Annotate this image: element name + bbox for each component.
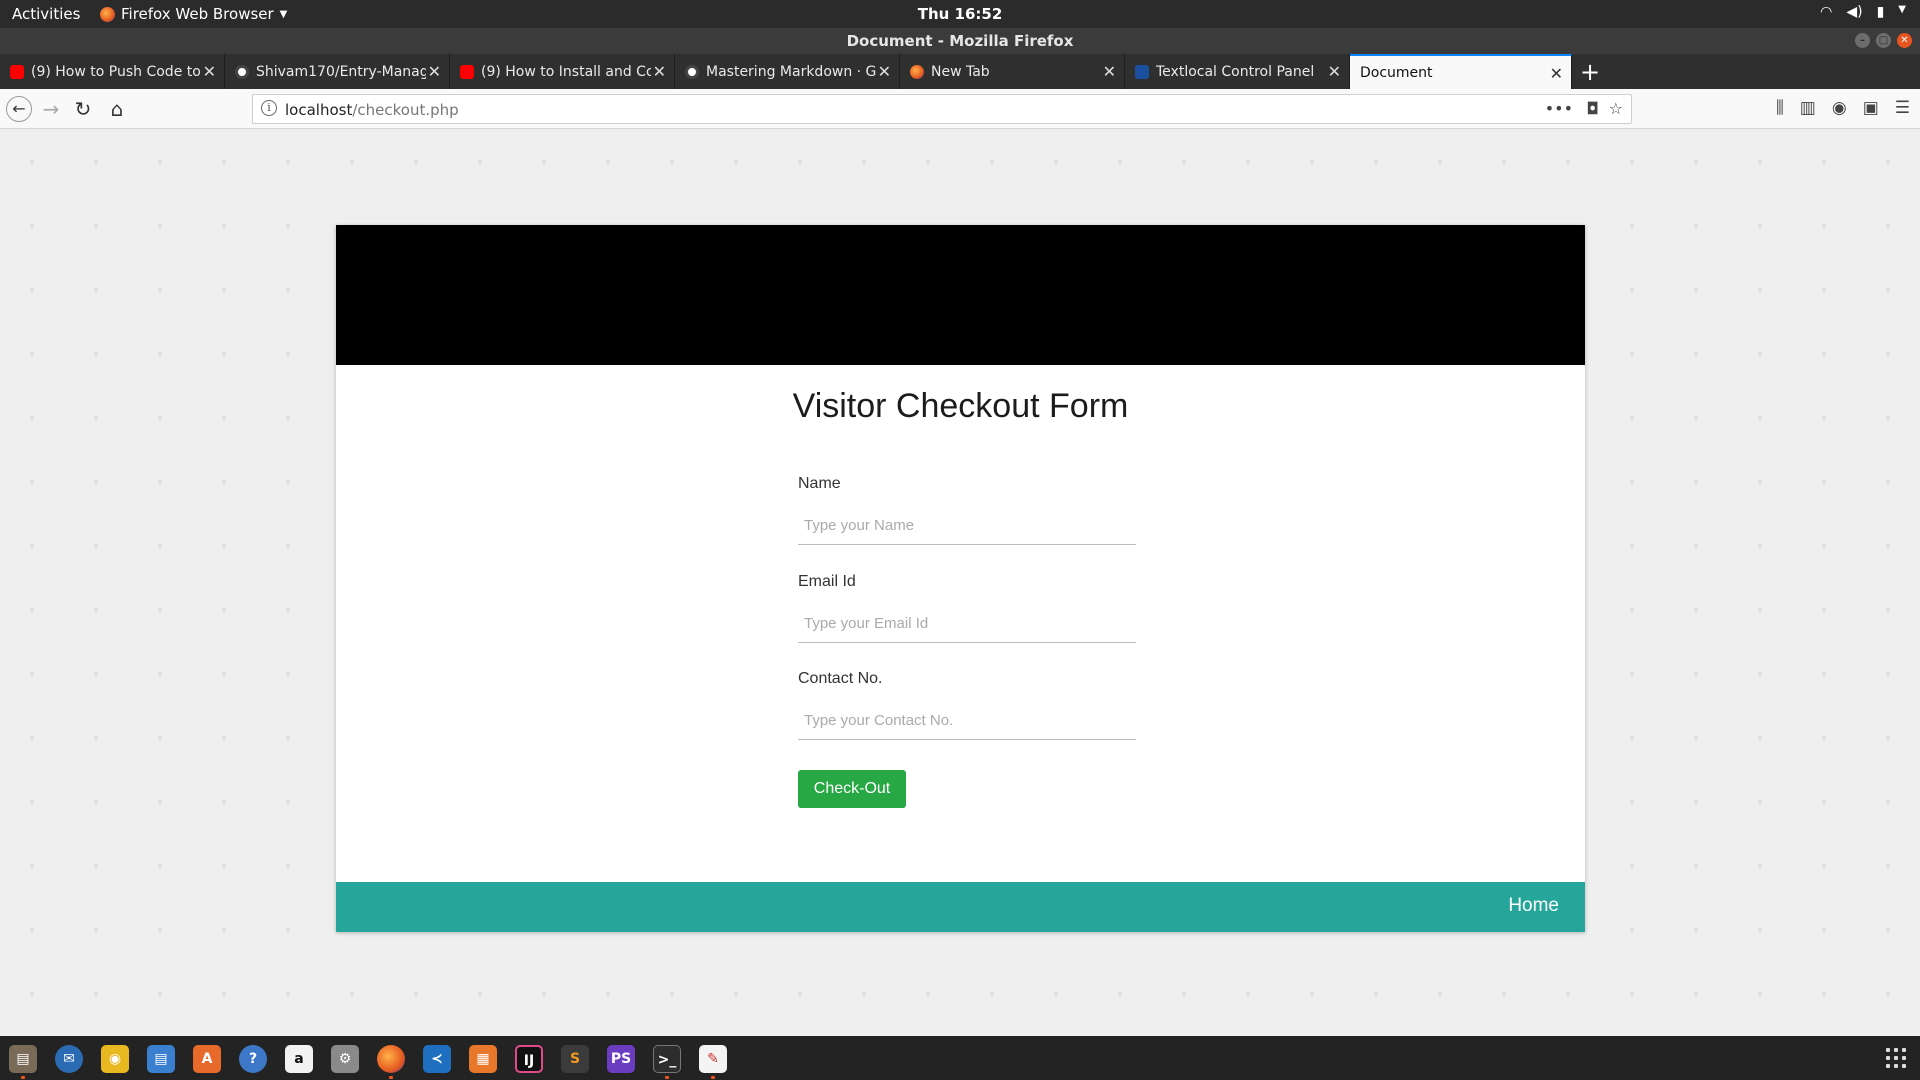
sublime-text-icon[interactable]: S — [561, 1045, 589, 1073]
forward-icon[interactable]: → — [38, 96, 64, 122]
pocket-icon[interactable]: ◘ — [1586, 99, 1599, 118]
close-icon[interactable]: ✕ — [1103, 62, 1116, 81]
textlocal-icon — [1135, 64, 1149, 79]
running-indicator — [665, 1076, 669, 1079]
close-icon[interactable]: ✕ — [203, 62, 216, 81]
sidebar-icon[interactable]: ▥ — [1800, 98, 1816, 118]
email-label: Email Id — [798, 573, 856, 590]
new-tab-icon[interactable]: + — [1580, 58, 1600, 86]
tab-new-tab[interactable]: New Tab ✕ — [900, 54, 1125, 89]
back-icon[interactable]: ← — [6, 96, 32, 122]
account-icon[interactable]: ◉ — [1832, 98, 1847, 118]
tab-label: (9) How to Push Code to — [31, 63, 201, 80]
tab-entry-manager[interactable]: Shivam170/Entry-Manag ✕ — [225, 54, 450, 89]
youtube-icon — [460, 64, 474, 79]
name-label: Name — [798, 475, 841, 492]
system-tray[interactable]: ◠ ◀) ▮ ▼ — [1820, 4, 1906, 20]
close-icon[interactable]: ✕ — [428, 62, 441, 81]
close-icon[interactable]: ✕ — [1328, 62, 1341, 81]
youtube-icon — [10, 64, 24, 79]
form-title: Visitor Checkout Form — [792, 387, 1129, 425]
rhythmbox-icon[interactable]: ◉ — [101, 1045, 129, 1073]
nav-bar: ← → ↻ ⌂ i localhost/checkout.php ••• ◘ ☆… — [0, 89, 1920, 129]
thunderbird-icon[interactable]: ✉ — [55, 1045, 83, 1073]
header-banner — [336, 225, 1585, 365]
url-text[interactable]: localhost/checkout.php — [285, 101, 459, 119]
tab-label: Document — [1360, 64, 1433, 81]
gnome-top-bar: Activities Firefox Web Browser ▼ Thu 16:… — [0, 0, 1920, 28]
help-icon[interactable]: ? — [239, 1045, 267, 1073]
caret-down-icon[interactable]: ▼ — [1898, 4, 1906, 20]
clock[interactable]: Thu 16:52 — [0, 5, 1920, 23]
tab-document[interactable]: Document ✕ — [1350, 54, 1572, 89]
email-input[interactable] — [798, 605, 1136, 643]
extension-icon[interactable]: ▣ — [1863, 98, 1879, 118]
url-bar[interactable]: i localhost/checkout.php ••• ◘ ☆ — [252, 94, 1632, 124]
running-indicator — [21, 1076, 25, 1079]
settings-icon[interactable]: ⚙ — [331, 1045, 359, 1073]
close-icon[interactable]: ✕ — [1550, 64, 1563, 83]
library-icon[interactable]: ⫼ — [1776, 98, 1784, 118]
checkout-button[interactable]: Check-Out — [798, 770, 906, 808]
phpstorm-icon[interactable]: PS — [607, 1045, 635, 1073]
dock: ▤ ✉ ◉ ▤ A ? a ⚙ ≺ ▦ IJ S PS >_ ✎ — [0, 1036, 1920, 1080]
volume-icon[interactable]: ◀) — [1846, 4, 1862, 20]
running-indicator — [711, 1076, 715, 1079]
software-center-icon[interactable]: A — [193, 1045, 221, 1073]
tab-label: Textlocal Control Panel — [1156, 63, 1315, 80]
tab-label: New Tab — [931, 63, 990, 80]
menu-icon[interactable]: ☰ — [1895, 98, 1910, 118]
wifi-icon[interactable]: ◠ — [1820, 4, 1832, 20]
tab-label: (9) How to Install and Co — [481, 63, 651, 80]
close-icon[interactable]: ✕ — [653, 62, 666, 81]
firefox-icon[interactable] — [377, 1045, 405, 1073]
page-actions-icon[interactable]: ••• — [1545, 99, 1573, 118]
files-icon[interactable]: ▤ — [9, 1045, 37, 1073]
bookmark-star-icon[interactable]: ☆ — [1609, 99, 1623, 118]
terminal-icon[interactable]: >_ — [653, 1045, 681, 1073]
footer: Home — [336, 882, 1585, 932]
tab-strip: (9) How to Push Code to ✕ Shivam170/Entr… — [0, 54, 1920, 89]
window-title: Document - Mozilla Firefox — [846, 32, 1074, 50]
github-icon — [685, 64, 699, 79]
firefox-icon — [910, 64, 924, 79]
toolbar-right: ⫼ ▥ ◉ ▣ ☰ — [1776, 98, 1910, 118]
running-indicator — [389, 1076, 393, 1079]
vscode-icon[interactable]: ≺ — [423, 1045, 451, 1073]
sublime-merge-icon[interactable]: ▦ — [469, 1045, 497, 1073]
tab-textlocal[interactable]: Textlocal Control Panel ✕ — [1125, 54, 1350, 89]
intellij-icon[interactable]: IJ — [515, 1045, 543, 1073]
minimize-icon[interactable]: – — [1855, 33, 1870, 48]
libreoffice-writer-icon[interactable]: ▤ — [147, 1045, 175, 1073]
close-icon[interactable]: ✕ — [878, 62, 891, 81]
tab-label: Shivam170/Entry-Manag — [256, 63, 426, 80]
tab-install[interactable]: (9) How to Install and Co ✕ — [450, 54, 675, 89]
close-icon[interactable]: ✕ — [1897, 33, 1912, 48]
home-link[interactable]: Home — [1508, 895, 1559, 917]
page-background: Visitor Checkout Form Name Email Id Cont… — [0, 130, 1920, 1036]
window-controls: – □ ✕ — [1855, 33, 1912, 48]
text-editor-icon[interactable]: ✎ — [699, 1045, 727, 1073]
tab-label: Mastering Markdown · G — [706, 63, 876, 80]
tab-markdown[interactable]: Mastering Markdown · G ✕ — [675, 54, 900, 89]
contact-label: Contact No. — [798, 670, 883, 687]
maximize-icon[interactable]: □ — [1876, 33, 1891, 48]
info-icon[interactable]: i — [261, 100, 277, 116]
window-title-bar: Document - Mozilla Firefox – □ ✕ — [0, 28, 1920, 54]
home-icon[interactable]: ⌂ — [104, 96, 130, 122]
url-path: /checkout.php — [352, 101, 459, 119]
url-host: localhost — [285, 101, 353, 119]
amazon-icon[interactable]: a — [285, 1045, 313, 1073]
checkout-card: Visitor Checkout Form Name Email Id Cont… — [336, 225, 1585, 932]
battery-icon[interactable]: ▮ — [1877, 4, 1885, 20]
contact-input[interactable] — [798, 702, 1136, 740]
name-input[interactable] — [798, 507, 1136, 545]
github-icon — [235, 64, 249, 79]
tab-push-code[interactable]: (9) How to Push Code to ✕ — [0, 54, 225, 89]
reload-icon[interactable]: ↻ — [70, 96, 96, 122]
show-applications-icon[interactable] — [1886, 1048, 1906, 1068]
